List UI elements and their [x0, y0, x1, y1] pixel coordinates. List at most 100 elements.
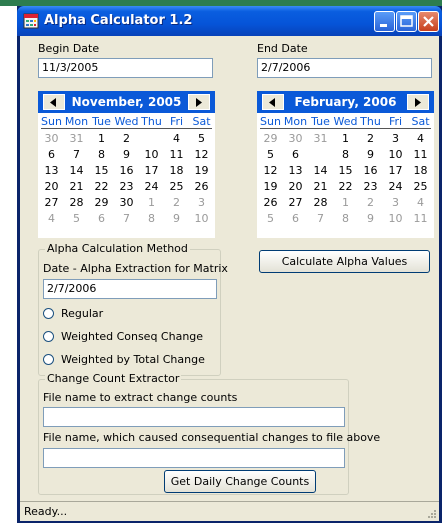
prev-month-button[interactable] [43, 94, 65, 110]
calendar-day[interactable]: 21 [308, 180, 333, 193]
title-bar[interactable]: Alpha Calculator 1.2 [17, 6, 442, 36]
calendar-day[interactable]: 20 [283, 180, 308, 193]
calendar-day-other-month[interactable]: 4 [39, 212, 64, 225]
get-daily-change-counts-button[interactable]: Get Daily Change Counts [164, 470, 316, 493]
calendar-day[interactable]: 12 [258, 164, 283, 177]
calendar-day-other-month[interactable]: 5 [64, 212, 89, 225]
calendar-day[interactable]: 19 [189, 164, 214, 177]
calendar-day[interactable]: 17 [383, 164, 408, 177]
calendar-day[interactable]: 4 [164, 132, 189, 145]
calendar-day-selected[interactable]: 7 [308, 147, 333, 162]
calendar-day[interactable]: 7 [64, 148, 89, 161]
calendar-day-other-month[interactable]: 6 [89, 212, 114, 225]
calendar-day[interactable]: 11 [164, 148, 189, 161]
calendar-day[interactable]: 21 [64, 180, 89, 193]
calendar-day[interactable]: 24 [139, 180, 164, 193]
calendar-day[interactable]: 14 [308, 164, 333, 177]
calendar-day[interactable]: 22 [333, 180, 358, 193]
minimize-button[interactable] [374, 11, 395, 32]
calendar-day-other-month[interactable]: 30 [283, 132, 308, 145]
calendar-day[interactable]: 27 [283, 196, 308, 209]
calendar-day[interactable]: 10 [383, 148, 408, 161]
calendar-day-other-month[interactable]: 2 [164, 196, 189, 209]
next-month-button[interactable] [188, 94, 210, 110]
calendar-day-other-month[interactable]: 1 [139, 196, 164, 209]
calendar-day-other-month[interactable]: 10 [383, 212, 408, 225]
calendar-day[interactable]: 8 [333, 148, 358, 161]
calendar-day-other-month[interactable]: 3 [189, 196, 214, 209]
cause-file-field[interactable] [43, 448, 345, 468]
calendar-day[interactable]: 1 [89, 132, 114, 145]
begin-date-field[interactable]: 11/3/2005 [38, 58, 213, 78]
calendar-day[interactable]: 3 [383, 132, 408, 145]
prev-month-button[interactable] [262, 94, 284, 110]
calendar-day[interactable]: 6 [39, 148, 64, 161]
calendar-day-other-month[interactable]: 31 [308, 132, 333, 145]
calendar-day-other-month[interactable]: 9 [358, 212, 383, 225]
calendar-day[interactable]: 16 [358, 164, 383, 177]
calendar-day[interactable]: 25 [164, 180, 189, 193]
calendar-day[interactable]: 9 [358, 148, 383, 161]
calendar-day[interactable]: 12 [189, 148, 214, 161]
calendar-day[interactable]: 23 [358, 180, 383, 193]
end-date-calendar[interactable]: February, 2006 Sun Mon Tue Wed Thu Fri Sat 29 30… [257, 91, 434, 238]
calendar-day[interactable]: 16 [114, 164, 139, 177]
calendar-day[interactable]: 2 [114, 132, 139, 145]
calendar-day[interactable]: 10 [139, 148, 164, 161]
calendar-day[interactable]: 1 [333, 132, 358, 145]
calendar-day-other-month[interactable]: 6 [283, 212, 308, 225]
calendar-day-other-month[interactable]: 10 [189, 212, 214, 225]
calendar-day[interactable]: 13 [39, 164, 64, 177]
calendar-day[interactable]: 2 [358, 132, 383, 145]
calendar-day[interactable]: 17 [139, 164, 164, 177]
end-date-field[interactable]: 2/7/2006 [257, 58, 432, 78]
calendar-day[interactable]: 8 [89, 148, 114, 161]
calendar-day-other-month[interactable]: 1 [333, 196, 358, 209]
calendar-day[interactable]: 19 [258, 180, 283, 193]
calendar-day-other-month[interactable]: 8 [139, 212, 164, 225]
calendar-day-other-month[interactable]: 31 [64, 132, 89, 145]
calendar-day[interactable]: 29 [89, 196, 114, 209]
radio-weighted-conseq[interactable]: Weighted Conseq Change [43, 330, 203, 343]
radio-weighted-total[interactable]: Weighted by Total Change [43, 353, 205, 366]
calendar-day-other-month[interactable]: 29 [258, 132, 283, 145]
calendar-day[interactable]: 9 [114, 148, 139, 161]
size-grip-icon[interactable] [426, 508, 437, 519]
close-button[interactable] [418, 11, 439, 32]
maximize-button[interactable] [396, 11, 417, 32]
calendar-day[interactable]: 28 [308, 196, 333, 209]
calendar-day[interactable]: 18 [408, 164, 433, 177]
extraction-date-field[interactable]: 2/7/2006 [43, 279, 217, 299]
calendar-day[interactable]: 30 [114, 196, 139, 209]
next-month-button[interactable] [407, 94, 429, 110]
calendar-day[interactable]: 27 [39, 196, 64, 209]
calendar-day-other-month[interactable]: 11 [408, 212, 433, 225]
calendar-day-other-month[interactable]: 2 [358, 196, 383, 209]
calendar-day[interactable]: 26 [189, 180, 214, 193]
calendar-day-other-month[interactable]: 7 [114, 212, 139, 225]
calendar-day[interactable]: 28 [64, 196, 89, 209]
calendar-day-other-month[interactable]: 30 [39, 132, 64, 145]
calendar-day[interactable]: 6 [283, 148, 308, 161]
calendar-day[interactable]: 25 [408, 180, 433, 193]
calendar-day-other-month[interactable]: 3 [383, 196, 408, 209]
calendar-day-other-month[interactable]: 7 [308, 212, 333, 225]
calendar-day[interactable]: 13 [283, 164, 308, 177]
calculate-alpha-button[interactable]: Calculate Alpha Values [259, 250, 430, 273]
calendar-day[interactable]: 22 [89, 180, 114, 193]
calendar-day[interactable]: 26 [258, 196, 283, 209]
calendar-day-other-month[interactable]: 4 [408, 196, 433, 209]
calendar-day[interactable]: 15 [89, 164, 114, 177]
begin-date-calendar[interactable]: November, 2005 Sun Mon Tue Wed Thu Fri Sat 30 31… [38, 91, 215, 238]
calendar-day[interactable]: 20 [39, 180, 64, 193]
calendar-day-other-month[interactable]: 5 [258, 212, 283, 225]
calendar-day[interactable]: 24 [383, 180, 408, 193]
calendar-day-other-month[interactable]: 9 [164, 212, 189, 225]
calendar-day-other-month[interactable]: 8 [333, 212, 358, 225]
calendar-day[interactable]: 15 [333, 164, 358, 177]
calendar-day[interactable]: 5 [189, 132, 214, 145]
calendar-day[interactable]: 4 [408, 132, 433, 145]
calendar-day-selected[interactable]: 3 [139, 131, 164, 146]
calendar-day[interactable]: 23 [114, 180, 139, 193]
calendar-day[interactable]: 14 [64, 164, 89, 177]
